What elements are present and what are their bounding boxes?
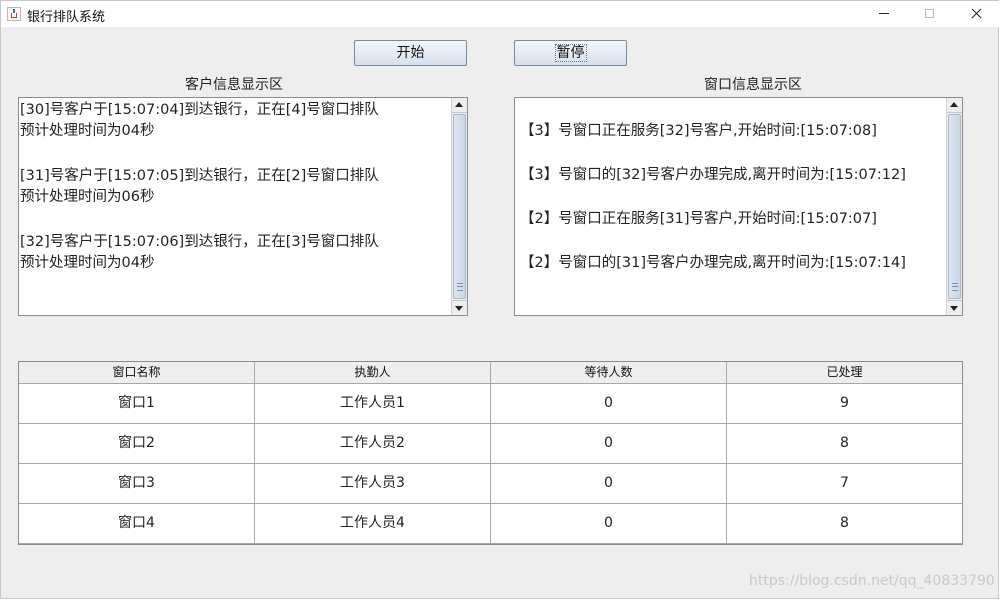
scroll-up-icon[interactable]	[947, 98, 962, 113]
customer-line: [30]号客户于[15:07:04]到达银行，正在[4]号窗口排队	[20, 102, 379, 118]
customer-line: 预计处理时间为04秒	[20, 255, 155, 271]
table-cell[interactable]: 窗口3	[19, 464, 255, 503]
column-header[interactable]: 执勤人	[255, 362, 491, 383]
table-row[interactable]: 窗口1 工作人员1 0 9	[19, 384, 962, 424]
pause-button-label: 暂停	[554, 44, 587, 62]
table-cell[interactable]: 0	[491, 504, 727, 543]
table-cell[interactable]: 8	[727, 504, 962, 543]
scroll-down-icon[interactable]	[452, 300, 467, 315]
customer-line: [32]号客户于[15:07:06]到达银行，正在[3]号窗口排队	[20, 234, 379, 250]
table-cell[interactable]: 窗口1	[19, 384, 255, 423]
watermark: https://blog.csdn.net/qq_40833790	[749, 573, 995, 589]
start-button-label: 开始	[396, 45, 425, 61]
window-title: 银行排队系统	[27, 10, 106, 25]
window-line: 【2】号窗口正在服务[31]号客户,开始时间:[15:07:07]	[520, 211, 877, 227]
table-row[interactable]: 窗口4 工作人员4 0 8	[19, 504, 962, 544]
window-panel-title: 窗口信息显示区	[704, 77, 802, 93]
table-row[interactable]: 窗口2 工作人员2 0 8	[19, 424, 962, 464]
scroll-thumb[interactable]	[948, 114, 961, 299]
window-line: 【2】号窗口的[31]号客户办理完成,离开时间为:[15:07:14]	[520, 255, 906, 271]
table-cell[interactable]: 0	[491, 424, 727, 463]
minimize-button[interactable]	[861, 1, 907, 27]
table-cell[interactable]: 工作人员1	[255, 384, 491, 423]
table-row[interactable]: 窗口3 工作人员3 0 7	[19, 464, 962, 504]
column-header[interactable]: 窗口名称	[19, 362, 255, 383]
column-header[interactable]: 等待人数	[491, 362, 727, 383]
customer-info-textarea[interactable]: [30]号客户于[15:07:04]到达银行，正在[4]号窗口排队 预计处理时间…	[18, 97, 468, 316]
column-header[interactable]: 已处理	[727, 362, 962, 383]
table-cell[interactable]: 0	[491, 464, 727, 503]
scroll-up-icon[interactable]	[452, 98, 467, 113]
customer-panel-title: 客户信息显示区	[185, 77, 283, 93]
window-line: 【3】号窗口正在服务[32]号客户,开始时间:[15:07:08]	[520, 123, 877, 139]
app-window: 银行排队系统 开始 暂停 客户信息显示区 窗口信息显示区 [30]号客户于[15…	[0, 0, 999, 599]
table-cell[interactable]: 工作人员3	[255, 464, 491, 503]
table-cell[interactable]: 8	[727, 424, 962, 463]
start-button[interactable]: 开始	[354, 40, 467, 66]
table-cell[interactable]: 工作人员2	[255, 424, 491, 463]
table-cell[interactable]: 窗口2	[19, 424, 255, 463]
table-cell[interactable]: 7	[727, 464, 962, 503]
window-status-table: 窗口名称 执勤人 等待人数 已处理 窗口1 工作人员1 0 9 窗口2 工作人员…	[18, 361, 963, 545]
table-header: 窗口名称 执勤人 等待人数 已处理	[19, 362, 962, 384]
customer-line: [31]号客户于[15:07:05]到达银行，正在[2]号窗口排队	[20, 168, 379, 184]
table-cell[interactable]: 9	[727, 384, 962, 423]
customer-line: 预计处理时间为04秒	[20, 123, 155, 139]
pause-button[interactable]: 暂停	[514, 40, 627, 66]
maximize-button[interactable]	[907, 1, 953, 27]
customer-scrollbar[interactable]	[451, 98, 467, 315]
window-line: 【3】号窗口的[32]号客户办理完成,离开时间为:[15:07:12]	[520, 167, 906, 183]
customer-line: 预计处理时间为06秒	[20, 189, 155, 205]
table-cell[interactable]: 0	[491, 384, 727, 423]
table-cell[interactable]: 工作人员4	[255, 504, 491, 543]
window-scrollbar[interactable]	[946, 98, 962, 315]
scroll-down-icon[interactable]	[947, 300, 962, 315]
window-info-textarea[interactable]: 【3】号窗口正在服务[32]号客户,开始时间:[15:07:08] 【3】号窗口…	[514, 97, 963, 316]
java-icon	[7, 7, 21, 21]
table-cell[interactable]: 窗口4	[19, 504, 255, 543]
title-bar[interactable]: 银行排队系统	[1, 1, 999, 27]
close-button[interactable]	[953, 1, 999, 27]
scroll-thumb[interactable]	[453, 114, 466, 299]
